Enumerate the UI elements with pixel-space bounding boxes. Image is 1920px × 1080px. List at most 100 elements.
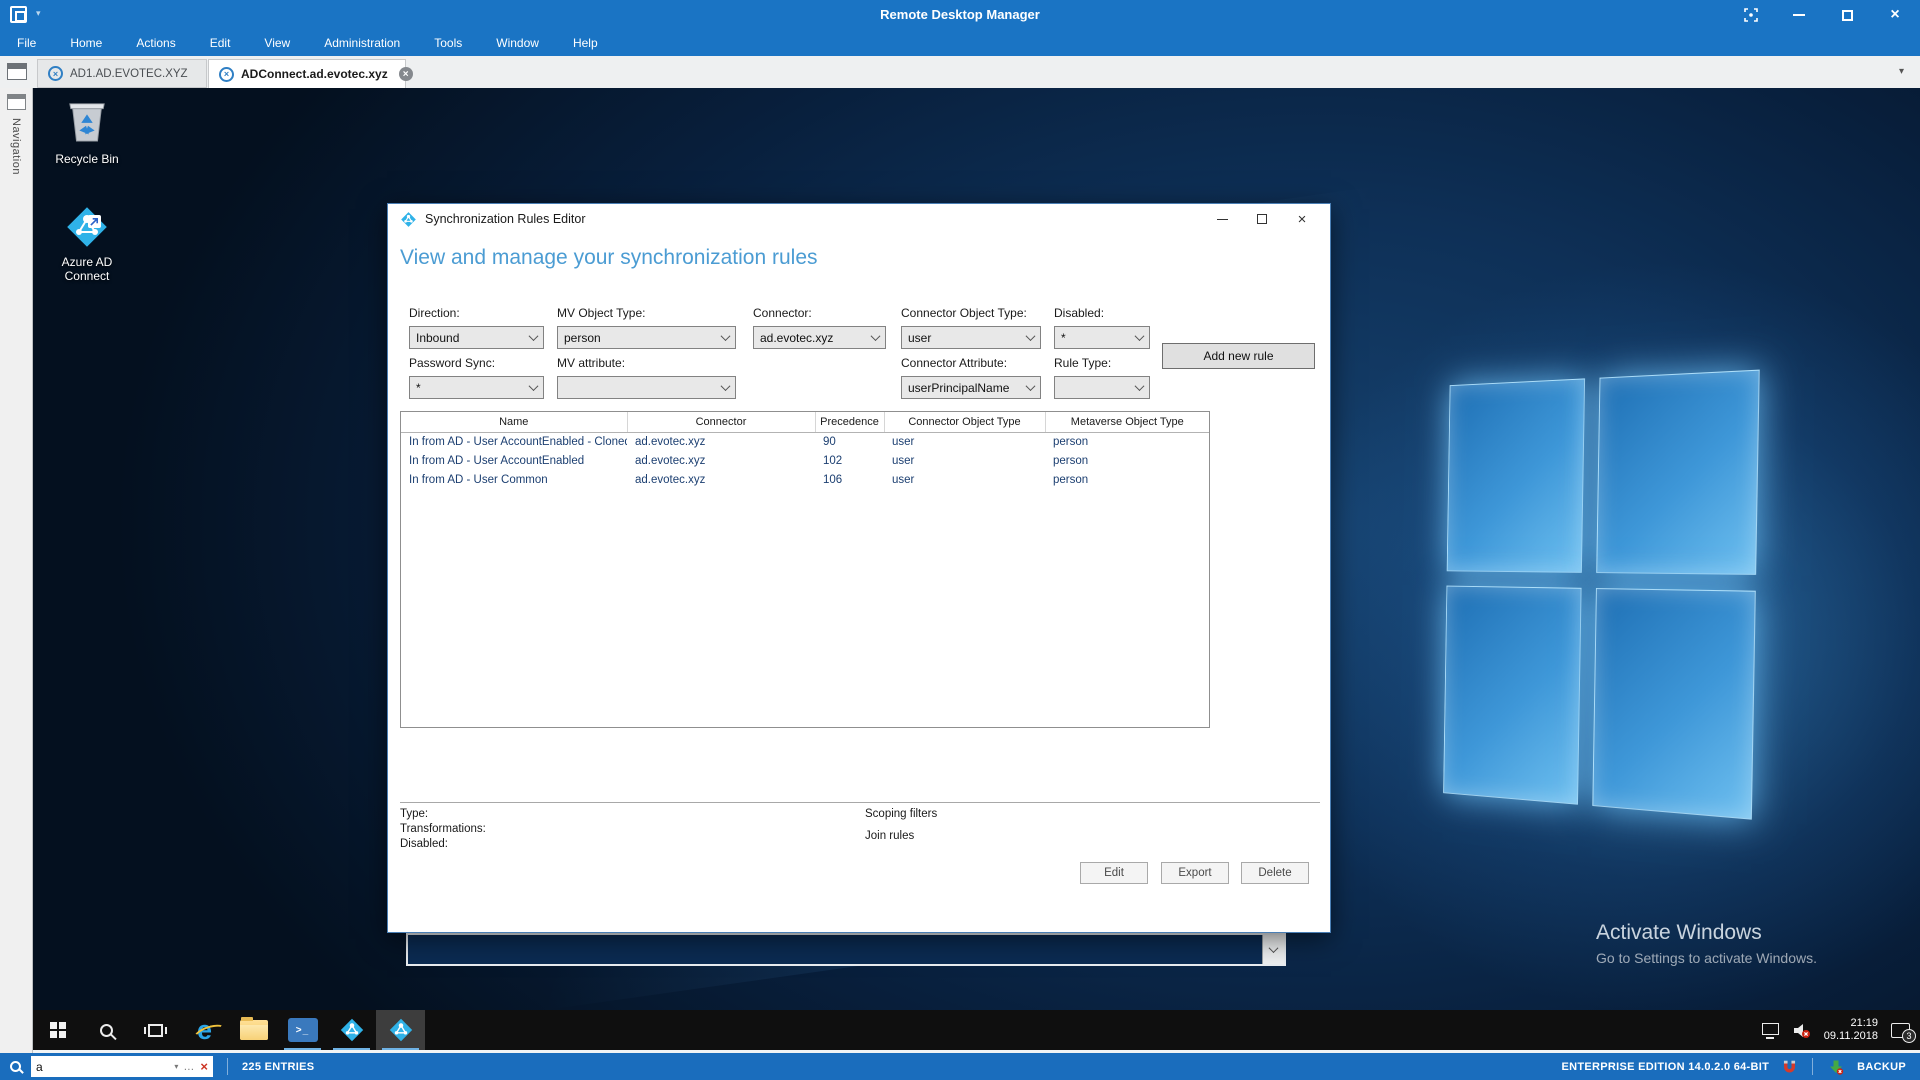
azure-ad-connect-label: Azure AD Connect [55, 255, 119, 283]
tab-list-caret-icon[interactable]: ▾ [1899, 66, 1904, 77]
statusbar-search-input[interactable]: a ▾ … × [31, 1056, 213, 1077]
dialog-heading: View and manage your synchronization rul… [400, 246, 818, 270]
cell-metaverse-object-type: person [1045, 470, 1209, 489]
dialog-app-icon [400, 211, 417, 228]
sync-rules-editor-dialog: Synchronization Rules Editor × View and … [387, 203, 1331, 933]
connector-select[interactable]: ad.evotec.xyz [753, 326, 886, 349]
wallpaper-pane [1596, 370, 1760, 575]
backup-status-icon[interactable] [1828, 1059, 1844, 1075]
chevron-down-icon [721, 381, 731, 391]
navigation-panel-icon[interactable] [7, 94, 26, 110]
menu-file[interactable]: File [0, 30, 53, 56]
file-explorer-button[interactable] [229, 1010, 278, 1050]
dialog-maximize-button[interactable] [1242, 204, 1282, 234]
rdm-titlebar: ▾ Remote Desktop Manager × [0, 0, 1920, 30]
powershell-icon: >_ [288, 1018, 318, 1042]
taskbar-search-button[interactable] [82, 1010, 131, 1050]
password-sync-select[interactable]: * [409, 376, 544, 399]
azure-ad-connect-taskbar-button[interactable] [327, 1010, 376, 1050]
export-button[interactable]: Export [1161, 862, 1229, 884]
table-row[interactable]: In from AD - User AccountEnabled - Clone… [401, 432, 1209, 451]
focus-mode-icon[interactable] [1740, 4, 1762, 26]
menu-edit[interactable]: Edit [193, 30, 248, 56]
action-center-icon[interactable]: 3 [1891, 1023, 1910, 1038]
menu-actions[interactable]: Actions [119, 30, 192, 56]
connector-label: Connector: [753, 306, 812, 320]
add-new-rule-button[interactable]: Add new rule [1162, 343, 1315, 369]
sync-rules-editor-taskbar-button[interactable] [376, 1010, 425, 1050]
delete-button[interactable]: Delete [1241, 862, 1309, 884]
dialog-titlebar[interactable]: Synchronization Rules Editor × [388, 204, 1330, 234]
tab-adconnect[interactable]: × ADConnect.ad.evotec.xyz × [208, 59, 406, 88]
detail-disabled-label: Disabled: [400, 838, 448, 850]
col-precedence[interactable]: Precedence [815, 412, 884, 432]
search-history-caret-icon[interactable]: ▾ [174, 1062, 178, 1071]
minimize-button[interactable] [1788, 4, 1810, 26]
menu-window[interactable]: Window [479, 30, 556, 56]
volume-muted-icon[interactable] [1792, 1022, 1811, 1039]
activate-line1: Activate Windows [1596, 921, 1817, 945]
rule-type-select[interactable] [1054, 376, 1150, 399]
disabled-value: * [1061, 331, 1136, 345]
powershell-button[interactable]: >_ [278, 1010, 327, 1050]
search-value: a [36, 1060, 169, 1074]
search-clear-icon[interactable]: × [200, 1059, 208, 1074]
connector-object-type-select[interactable]: user [901, 326, 1041, 349]
activate-line2: Go to Settings to activate Windows. [1596, 950, 1817, 966]
menu-view[interactable]: View [247, 30, 307, 56]
session-icon: × [219, 67, 234, 82]
dialog-minimize-button[interactable] [1202, 204, 1242, 234]
table-row[interactable]: In from AD - User AccountEnabled ad.evot… [401, 451, 1209, 470]
connector-attribute-select[interactable]: userPrincipalName [901, 376, 1041, 399]
col-metaverse-object-type[interactable]: Metaverse Object Type [1045, 412, 1209, 432]
chevron-down-icon [1026, 331, 1036, 341]
rule-type-label: Rule Type: [1054, 356, 1111, 370]
internet-explorer-button[interactable]: e [180, 1010, 229, 1050]
tab-close-icon[interactable]: × [399, 67, 413, 81]
menu-tools[interactable]: Tools [417, 30, 479, 56]
taskbar-clock[interactable]: 21:19 09.11.2018 [1824, 1017, 1878, 1043]
maximize-button[interactable] [1836, 4, 1858, 26]
chevron-down-icon [1135, 381, 1145, 391]
search-options-icon[interactable]: … [183, 1061, 195, 1073]
cell-name: In from AD - User Common [401, 470, 627, 489]
notification-badge: 3 [1902, 1029, 1916, 1043]
menu-administration[interactable]: Administration [307, 30, 417, 56]
cell-name: In from AD - User AccountEnabled [401, 451, 627, 470]
navigation-label[interactable]: Navigation [10, 118, 22, 175]
backup-label: BACKUP [1857, 1061, 1906, 1073]
search-icon [100, 1024, 113, 1037]
dialog-close-button[interactable]: × [1282, 204, 1322, 234]
cell-connector: ad.evotec.xyz [627, 451, 815, 470]
background-window-combobox[interactable] [406, 933, 1286, 966]
tab-ad1[interactable]: × AD1.AD.EVOTEC.XYZ [37, 59, 207, 88]
col-connector-object-type[interactable]: Connector Object Type [884, 412, 1045, 432]
wallpaper-pane [1447, 378, 1585, 573]
magnet-icon[interactable] [1782, 1059, 1797, 1074]
close-button[interactable]: × [1884, 4, 1906, 26]
tab-adconnect-label: ADConnect.ad.evotec.xyz [241, 67, 388, 81]
cell-precedence: 102 [815, 451, 884, 470]
edit-button[interactable]: Edit [1080, 862, 1148, 884]
mv-object-type-select[interactable]: person [557, 326, 736, 349]
windows-taskbar: e >_ [33, 1010, 1920, 1050]
col-connector[interactable]: Connector [627, 412, 815, 432]
mv-object-type-label: MV Object Type: [557, 306, 645, 320]
col-name[interactable]: Name [401, 412, 627, 432]
disabled-select[interactable]: * [1054, 326, 1150, 349]
start-button[interactable] [33, 1010, 82, 1050]
combobox-dropdown-button[interactable] [1262, 935, 1284, 964]
combobox-value-area [408, 935, 1262, 964]
mv-attribute-select[interactable] [557, 376, 736, 399]
task-view-button[interactable] [131, 1010, 180, 1050]
desktop-icon-azure-ad-connect[interactable]: Azure AD Connect [41, 204, 133, 283]
windows-logo-wallpaper [1443, 370, 1759, 822]
direction-select[interactable]: Inbound [409, 326, 544, 349]
panel-toggle-icon[interactable] [7, 63, 27, 80]
desktop-icon-recycle-bin[interactable]: Recycle Bin [41, 98, 133, 166]
cell-metaverse-object-type: person [1045, 432, 1209, 451]
network-icon[interactable] [1762, 1023, 1779, 1035]
table-row[interactable]: In from AD - User Common ad.evotec.xyz 1… [401, 470, 1209, 489]
menu-home[interactable]: Home [53, 30, 119, 56]
menu-help[interactable]: Help [556, 30, 615, 56]
